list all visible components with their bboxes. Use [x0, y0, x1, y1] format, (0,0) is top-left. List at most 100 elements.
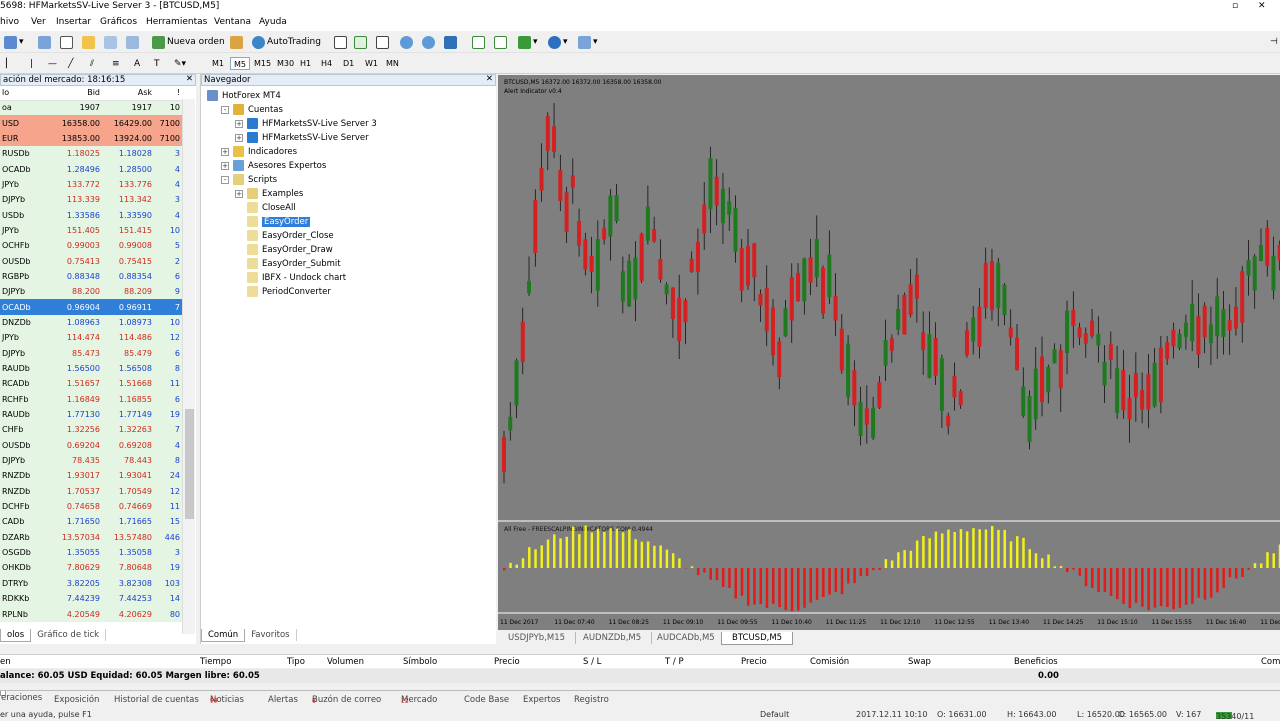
tree-item[interactable]: HotForex MT4: [207, 89, 281, 102]
col-bid[interactable]: Bid: [50, 86, 102, 100]
table-row[interactable]: JPYb151.405151.41510: [0, 223, 182, 238]
tree-item[interactable]: EasyOrder_Submit: [235, 257, 341, 270]
trendline-tool[interactable]: ╱: [66, 56, 75, 72]
timeframe-h1[interactable]: H1: [297, 57, 314, 70]
table-row[interactable]: RCADb1.516571.5166811: [0, 376, 182, 391]
table-row[interactable]: USD16358.0016429.007100: [0, 115, 182, 130]
table-row[interactable]: RNZDb1.705371.7054912: [0, 484, 182, 499]
table-row[interactable]: RDKKb7.442397.4425314: [0, 591, 182, 606]
restore-window-icon[interactable]: ▫: [1232, 1, 1238, 11]
indicators-button[interactable]: ▾: [516, 34, 540, 50]
tree-item[interactable]: +HFMarketsSV-Live Server 3: [235, 117, 377, 130]
table-row[interactable]: DTRYb3.822053.82308103: [0, 576, 182, 591]
table-row[interactable]: OCHFb0.990030.990085: [0, 238, 182, 253]
col-order[interactable]: en: [0, 657, 11, 667]
timeframe-m30[interactable]: M30: [274, 57, 297, 70]
table-row[interactable]: RNZDb1.930171.9304124: [0, 468, 182, 483]
chart-window[interactable]: BTCUSD,M5 16372.00 16372.00 16358.00 163…: [498, 75, 1280, 630]
col-swap[interactable]: Swap: [908, 657, 931, 667]
price-chart[interactable]: BTCUSD,M5 16372.00 16372.00 16358.00 163…: [498, 75, 1280, 630]
terminal-tab[interactable]: Buzón de correo8: [312, 693, 316, 705]
templates-button[interactable]: ▾: [576, 34, 600, 50]
table-row[interactable]: RAUDb1.771301.7714919: [0, 407, 182, 422]
autotrading-button[interactable]: AutoTrading: [250, 34, 323, 50]
col-tp[interactable]: T / P: [665, 657, 684, 667]
cursor-tool[interactable]: ▏: [4, 56, 15, 72]
line-chart-button[interactable]: [374, 34, 393, 50]
tree-item[interactable]: IBFX - Undock chart: [235, 271, 346, 284]
text-tool[interactable]: A: [132, 56, 142, 72]
expand-icon[interactable]: +: [235, 190, 243, 198]
col-symbol[interactable]: lo: [0, 86, 50, 100]
vertical-line-tool[interactable]: |: [28, 56, 35, 72]
tree-item[interactable]: EasyOrder_Draw: [235, 243, 333, 256]
timeframe-w1[interactable]: W1: [362, 57, 381, 70]
table-row[interactable]: CADb1.716501.7166515: [0, 514, 182, 529]
col-price[interactable]: Precio: [494, 657, 520, 667]
expand-icon[interactable]: +: [221, 162, 229, 170]
col-ask[interactable]: Ask: [102, 86, 154, 100]
tree-item[interactable]: +Asesores Expertos: [221, 159, 326, 172]
terminal-button[interactable]: [124, 34, 143, 50]
col-spread[interactable]: !: [154, 86, 182, 100]
table-row[interactable]: USDb1.335861.335904: [0, 207, 182, 222]
arrows-tool[interactable]: ✎▾: [172, 56, 188, 72]
tree-item[interactable]: +HFMarketsSV-Live Server: [235, 131, 369, 144]
tree-item[interactable]: EasyOrder: [235, 215, 310, 228]
new-chart-button[interactable]: ▾: [2, 34, 26, 50]
col-comment[interactable]: Com: [1261, 657, 1280, 667]
table-row[interactable]: RAUDb1.565001.565088: [0, 361, 182, 376]
table-row[interactable]: CHFb1.322561.322637: [0, 422, 182, 437]
table-row[interactable]: RPLNb4.205494.2062980: [0, 606, 182, 621]
col-commission[interactable]: Comisión: [810, 657, 849, 667]
tile-windows-button[interactable]: [442, 34, 461, 50]
table-row[interactable]: oa1907191710: [0, 100, 182, 115]
close-icon[interactable]: ✕: [186, 74, 193, 84]
status-profile[interactable]: Default: [760, 710, 789, 719]
terminal-tab[interactable]: eraciones: [0, 691, 6, 696]
timeframe-h4[interactable]: H4: [318, 57, 335, 70]
crosshair-button[interactable]: [58, 34, 77, 50]
label-tool[interactable]: T: [152, 56, 162, 72]
table-row[interactable]: DJPYb113.339113.3423: [0, 192, 182, 207]
table-row[interactable]: OHKDb7.806297.8064819: [0, 560, 182, 575]
table-row[interactable]: OCADb1.284961.285004: [0, 161, 182, 176]
col-sl[interactable]: S / L: [583, 657, 601, 667]
table-row[interactable]: DZARb13.5703413.57480446: [0, 530, 182, 545]
table-row[interactable]: OSGDb1.350551.350583: [0, 545, 182, 560]
horizontal-line-tool[interactable]: —: [46, 56, 59, 72]
table-row[interactable]: DNZDb1.089631.0897310: [0, 315, 182, 330]
scrollbar-thumb[interactable]: [185, 409, 194, 519]
table-row[interactable]: DCHFb0.746580.7466911: [0, 499, 182, 514]
menu-ayuda[interactable]: Ayuda: [259, 17, 287, 27]
col-type[interactable]: Tipo: [287, 657, 305, 667]
tree-item[interactable]: +Examples: [235, 187, 303, 200]
navigator-button[interactable]: [102, 34, 121, 50]
autoscroll-button[interactable]: [492, 34, 511, 50]
menu-ver[interactable]: Ver: [31, 17, 46, 27]
timeframe-d1[interactable]: D1: [340, 57, 357, 70]
col-price-current[interactable]: Precio: [741, 657, 767, 667]
col-symbol[interactable]: Símbolo: [403, 657, 437, 667]
new-order-button[interactable]: Nueva orden: [150, 34, 227, 50]
table-row[interactable]: DJPYb85.47385.4796: [0, 346, 182, 361]
tree-item[interactable]: EasyOrder_Close: [235, 229, 334, 242]
tree-item[interactable]: PeriodConverter: [235, 285, 331, 298]
table-row[interactable]: DJPYb78.43578.4438: [0, 453, 182, 468]
table-row[interactable]: DJPYb88.20088.2099: [0, 284, 182, 299]
table-row[interactable]: OUSDb0.692040.692084: [0, 438, 182, 453]
chart-tab-usdjpyb[interactable]: USDJPYb,M15: [498, 632, 576, 644]
expand-icon[interactable]: +: [221, 148, 229, 156]
menu-insertar[interactable]: Insertar: [56, 17, 91, 27]
terminal-tab[interactable]: Noticias99: [210, 693, 218, 705]
col-profit[interactable]: Beneficios: [1014, 657, 1058, 667]
chart-tab-btcusd[interactable]: BTCUSD,M5: [721, 632, 793, 645]
tree-item[interactable]: CloseAll: [235, 201, 296, 214]
tree-item[interactable]: -Scripts: [221, 173, 277, 186]
bar-chart-button[interactable]: [332, 34, 351, 50]
chart-shift-button[interactable]: [470, 34, 489, 50]
periods-button[interactable]: ▾: [546, 34, 570, 50]
col-time[interactable]: Tiempo: [200, 657, 231, 667]
profiles-button[interactable]: [36, 34, 55, 50]
timeframe-mn[interactable]: MN: [383, 57, 402, 70]
